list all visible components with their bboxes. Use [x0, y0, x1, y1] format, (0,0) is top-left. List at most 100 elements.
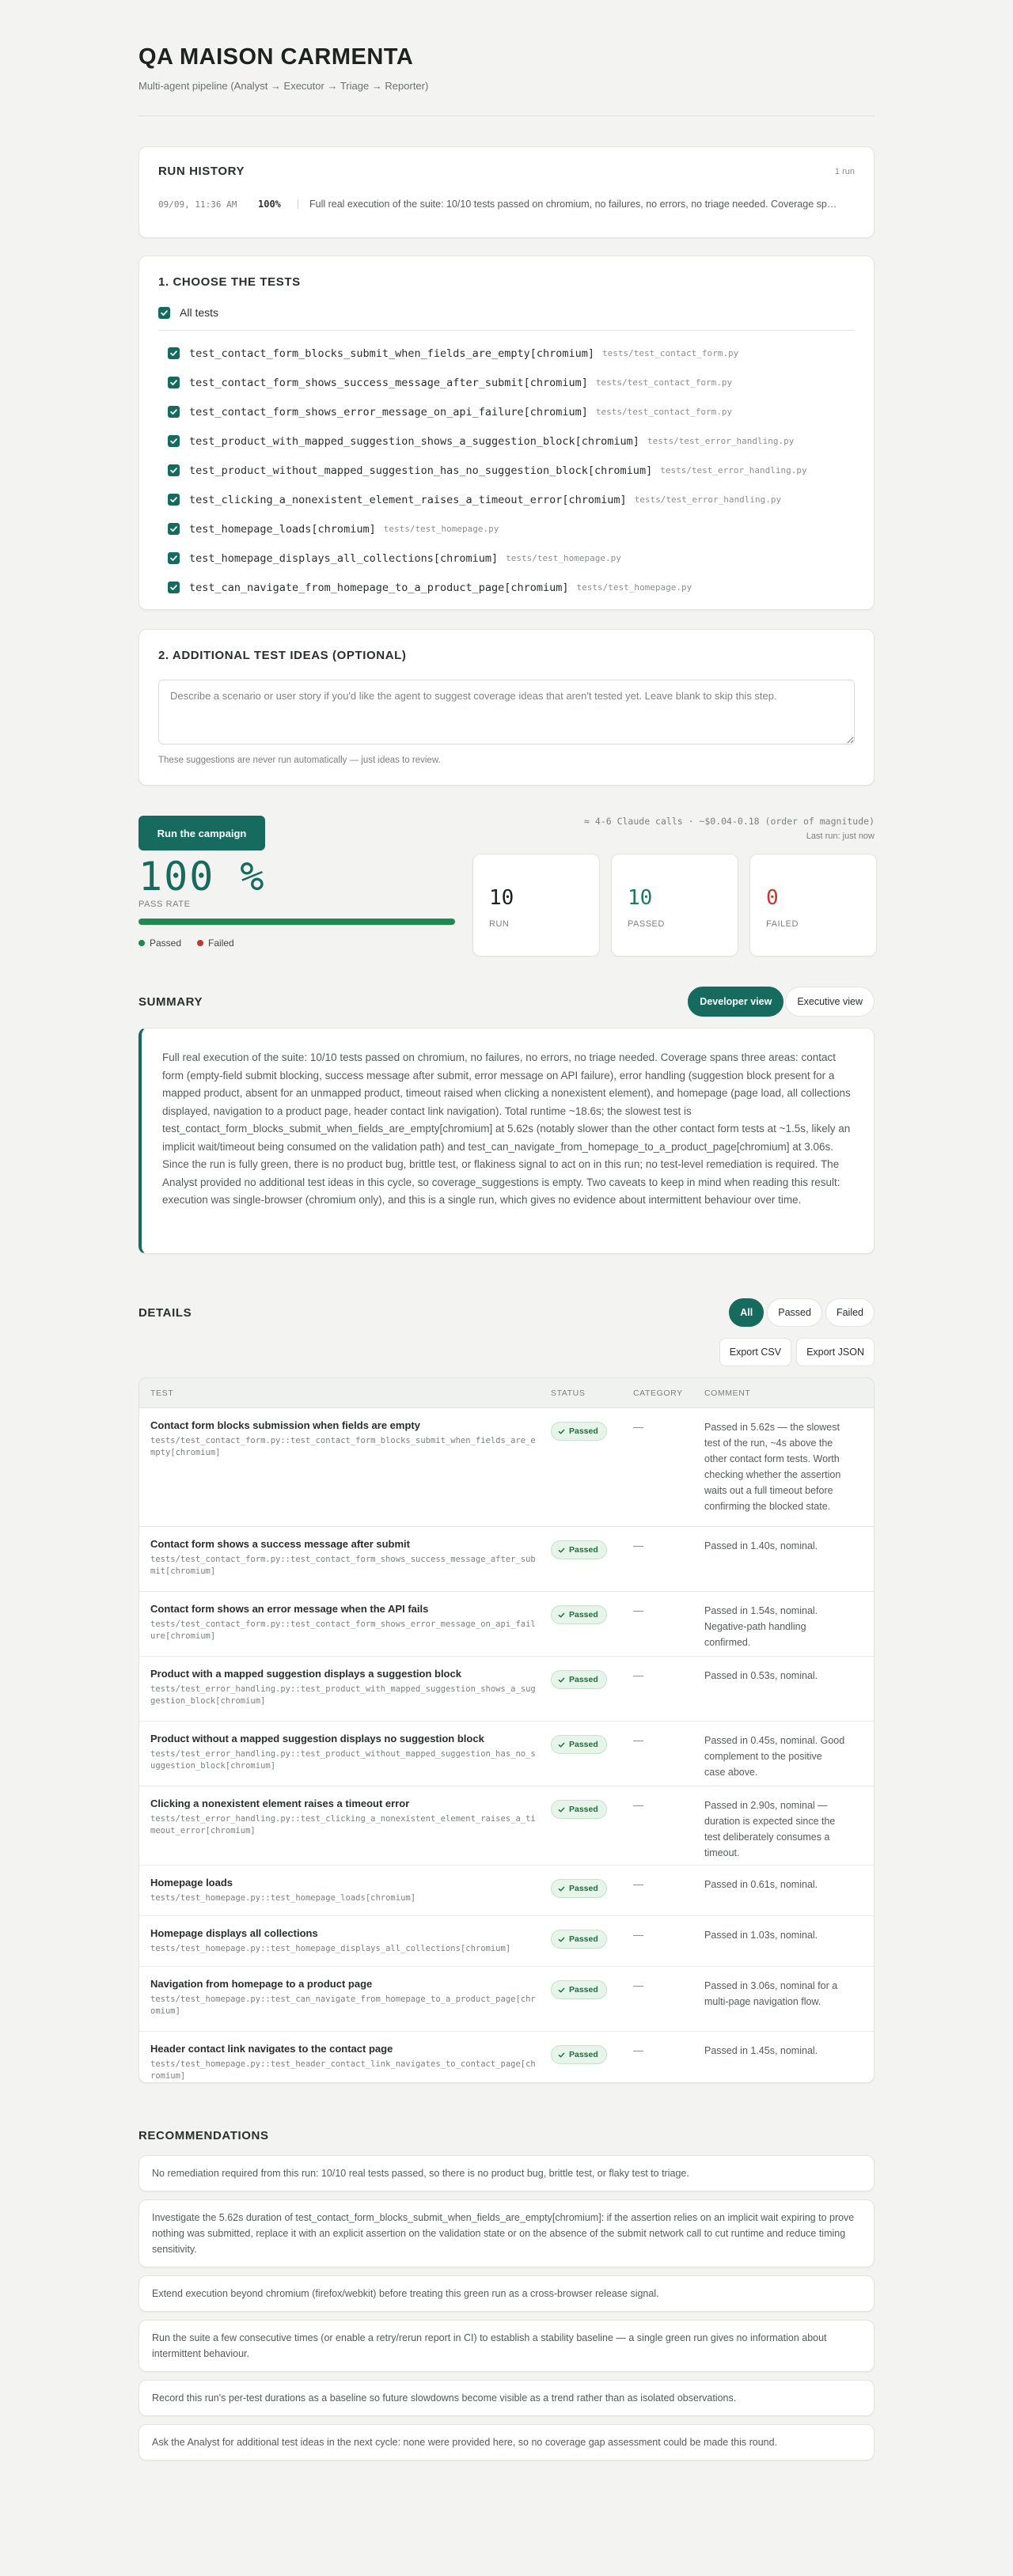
status-label: Passed	[569, 1985, 598, 1995]
all-tests-toggle[interactable]: All tests	[158, 306, 855, 319]
test-node-id: tests/test_error_handling.py::test_produ…	[150, 1749, 536, 1771]
pass-rate-label: PASS RATE	[138, 900, 191, 909]
run-history-entry[interactable]: 09/09, 11:36 AM 100% Full real execution…	[158, 199, 855, 210]
test-node-id: tests/test_contact_form.py::test_contact…	[150, 1619, 536, 1641]
test-option[interactable]: test_contact_form_shows_success_message_…	[158, 368, 855, 397]
test-name: Navigation from homepage to a product pa…	[150, 1978, 373, 1990]
comment-text: Passed in 3.06s, nominal for a multi-pag…	[704, 1980, 838, 2007]
test-checkbox[interactable]	[168, 347, 180, 359]
test-node-id: tests/test_homepage.py::test_homepage_di…	[150, 1944, 511, 1953]
table-row[interactable]: Contact form shows an error message when…	[139, 1592, 874, 1657]
filter-all-button[interactable]: All	[729, 1298, 764, 1327]
passed-check-icon	[558, 1807, 565, 1812]
table-row[interactable]: Contact form blocks submission when fiel…	[139, 1408, 874, 1527]
table-row[interactable]: Homepage loads tests/test_homepage.py::te…	[139, 1866, 874, 1916]
recommendation-item: No remediation required from this run: 1…	[138, 2155, 875, 2191]
cell-status: Passed	[551, 1603, 633, 1656]
status-label: Passed	[569, 1740, 598, 1749]
executive-view-button[interactable]: Executive view	[785, 987, 875, 1017]
test-checkbox[interactable]	[168, 406, 180, 418]
passed-check-icon	[558, 1742, 565, 1747]
table-row[interactable]: Contact form shows a success message aft…	[139, 1527, 874, 1592]
check-icon	[170, 409, 177, 415]
test-option[interactable]: test_can_navigate_from_homepage_to_a_pro…	[158, 573, 855, 602]
test-id: test_contact_form_shows_success_message_…	[189, 376, 588, 389]
cell-status: Passed	[551, 1419, 633, 1526]
recommendation-item: Ask the Analyst for additional test idea…	[138, 2424, 875, 2460]
test-name: Header contact link navigates to the con…	[150, 2043, 393, 2055]
all-tests-checkbox[interactable]	[158, 306, 170, 319]
filter-passed-button[interactable]: Passed	[767, 1298, 822, 1327]
column-header-status[interactable]: STATUS	[551, 1388, 633, 1398]
test-node-id: tests/test_homepage.py::test_header_cont…	[150, 2059, 536, 2081]
cell-test: Product with a mapped suggestion display…	[139, 1668, 551, 1721]
export-json-button[interactable]: Export JSON	[796, 1338, 875, 1366]
table-row[interactable]: Navigation from homepage to a product pa…	[139, 1967, 874, 2032]
cell-category: —	[633, 1538, 704, 1591]
test-file: tests/test_contact_form.py	[595, 377, 733, 388]
test-name: Homepage loads	[150, 1877, 233, 1888]
status-badge: Passed	[551, 1422, 607, 1441]
cell-comment: Passed in 1.54s, nominal. Negative-path …	[704, 1603, 859, 1656]
test-checkbox[interactable]	[168, 377, 180, 388]
cell-comment: Passed in 3.06s, nominal for a multi-pag…	[704, 1978, 859, 2031]
test-option[interactable]: test_homepage_displays_all_collections[c…	[158, 544, 855, 573]
comment-text: Passed in 1.54s, nominal. Negative-path …	[704, 1605, 818, 1648]
test-checkbox[interactable]	[168, 523, 180, 535]
app-subtitle: Multi-agent pipeline (Analyst → Executor…	[138, 80, 429, 92]
filter-failed-button[interactable]: Failed	[825, 1298, 875, 1327]
cost-estimate: ≈ 4-6 Claude calls · ~$0.04-0.18 (order …	[584, 816, 875, 827]
cell-status: Passed	[551, 2043, 633, 2082]
test-checkbox[interactable]	[168, 552, 180, 564]
passed-check-icon	[558, 1677, 565, 1682]
legend-passed: Passed	[138, 938, 181, 949]
status-badge: Passed	[551, 1540, 607, 1559]
pass-rate-value: 100 %	[138, 854, 266, 900]
cell-test: Homepage displays all collections tests/t…	[139, 1927, 551, 1966]
passed-check-icon	[558, 1987, 565, 1992]
status-badge: Passed	[551, 1879, 607, 1898]
test-checkbox[interactable]	[168, 494, 180, 506]
test-option[interactable]: test_product_with_mapped_suggestion_show…	[158, 426, 855, 456]
test-name: Product with a mapped suggestion display…	[150, 1668, 461, 1680]
ideas-textarea[interactable]	[158, 680, 855, 744]
table-row[interactable]: Homepage displays all collections tests/t…	[139, 1916, 874, 1967]
category-value: —	[633, 1669, 643, 1681]
stat-card-failed: 0 FAILED	[749, 854, 877, 957]
table-row[interactable]: Clicking a nonexistent element raises a …	[139, 1786, 874, 1866]
export-actions: Export CSV Export JSON	[138, 1338, 875, 1366]
column-header-test[interactable]: TEST	[139, 1388, 551, 1398]
test-option[interactable]: test_product_without_mapped_suggestion_h…	[158, 456, 855, 485]
column-header-category[interactable]: CATEGORY	[633, 1388, 704, 1398]
passed-dot-icon	[138, 940, 145, 946]
test-option[interactable]: test_clicking_a_nonexistent_element_rais…	[158, 485, 855, 514]
test-checkbox[interactable]	[168, 581, 180, 593]
stat-failed-value: 0	[766, 886, 779, 910]
test-option[interactable]: test_contact_form_blocks_submit_when_fie…	[158, 339, 855, 368]
test-id: test_product_with_mapped_suggestion_show…	[189, 434, 639, 448]
status-badge: Passed	[551, 1670, 607, 1689]
export-csv-button[interactable]: Export CSV	[719, 1338, 792, 1366]
column-header-comment[interactable]: COMMENT	[704, 1388, 859, 1398]
comment-text: Passed in 0.45s, nominal. Good complemen…	[704, 1735, 845, 1778]
cell-comment: Passed in 2.90s, nominal — duration is e…	[704, 1798, 859, 1865]
test-checkbox[interactable]	[168, 464, 180, 476]
status-filter: All Passed Failed	[729, 1298, 875, 1327]
cell-status: Passed	[551, 1668, 633, 1721]
cell-category: —	[633, 1927, 704, 1966]
legend-failed-label: Failed	[208, 938, 234, 949]
test-id: test_can_navigate_from_homepage_to_a_pro…	[189, 581, 569, 594]
table-row[interactable]: Product without a mapped suggestion disp…	[139, 1722, 874, 1786]
ideas-note: These suggestions are never run automati…	[158, 756, 441, 765]
passed-check-icon	[558, 1612, 565, 1617]
run-campaign-button[interactable]: Run the campaign	[138, 816, 265, 850]
table-row[interactable]: Header contact link navigates to the con…	[139, 2032, 874, 2082]
check-icon	[170, 555, 177, 561]
test-checkbox[interactable]	[168, 435, 180, 447]
test-option[interactable]: test_homepage_loads[chromium] tests/test_…	[158, 514, 855, 544]
developer-view-button[interactable]: Developer view	[688, 987, 784, 1017]
run-history-count: 1 run	[834, 166, 855, 176]
table-row[interactable]: Product with a mapped suggestion display…	[139, 1657, 874, 1722]
test-file: tests/test_homepage.py	[576, 582, 692, 593]
test-option[interactable]: test_contact_form_shows_error_message_on…	[158, 397, 855, 426]
